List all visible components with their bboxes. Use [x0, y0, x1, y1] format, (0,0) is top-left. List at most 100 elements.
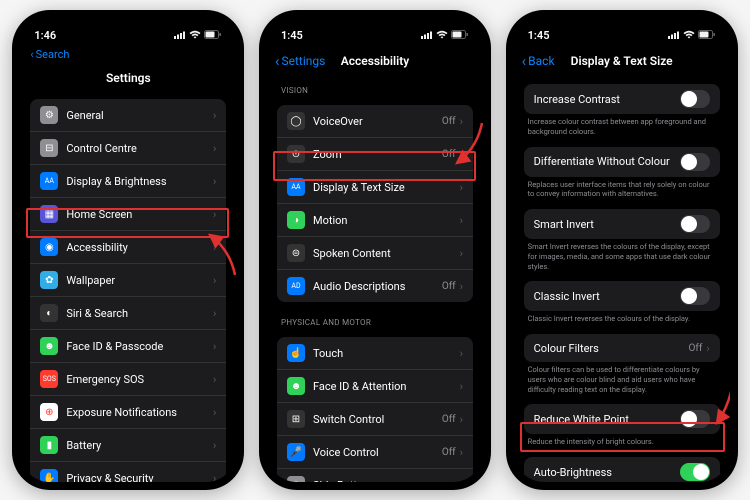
settings-group: Colour FiltersOff›	[524, 334, 720, 362]
chevron-right-icon: ›	[213, 406, 216, 419]
row-label: Audio Descriptions	[313, 280, 442, 293]
wifi-icon	[436, 29, 448, 42]
back-button[interactable]: ‹ Settings	[275, 54, 325, 69]
settings-row[interactable]: ▦Home Screen›	[30, 198, 226, 231]
ctrl-icon: ⊟	[40, 139, 58, 157]
settings-list[interactable]: ⚙︎General›⊟Control Centre›AADisplay & Br…	[20, 93, 236, 482]
toggle-knob	[681, 216, 697, 232]
settings-group: Auto-Brightness	[524, 457, 720, 482]
back-button[interactable]: ‹ Back	[522, 54, 555, 69]
settings-row[interactable]: ⊜Spoken Content›	[277, 237, 473, 270]
settings-row[interactable]: AADisplay & Brightness›	[30, 165, 226, 198]
accessibility-list[interactable]: Vision◯VoiceOverOff›⊙ZoomOff›AADisplay &…	[267, 76, 483, 482]
chevron-right-icon: ›	[213, 307, 216, 320]
toggle-knob	[681, 91, 697, 107]
row-label: Emergency SOS	[66, 373, 213, 386]
status-right	[174, 29, 222, 42]
phone-settings: 1:46 ‹ Search Settings ⚙︎General›⊟Contro…	[12, 10, 244, 490]
settings-row[interactable]: ADAudio DescriptionsOff›	[277, 270, 473, 302]
flower-icon: ✿	[40, 271, 58, 289]
chevron-right-icon: ›	[213, 439, 216, 452]
toggle-switch[interactable]	[680, 410, 710, 428]
section-footnote: Replaces user interface items that rely …	[514, 177, 730, 206]
settings-row[interactable]: ✿Wallpaper›	[30, 264, 226, 297]
settings-row[interactable]: ⊟Control Centre›	[30, 132, 226, 165]
settings-row[interactable]: ⚙︎General›	[30, 99, 226, 132]
settings-row[interactable]: Increase Contrast	[524, 84, 720, 114]
chevron-right-icon: ›	[460, 115, 463, 128]
settings-row[interactable]: ☝Touch›	[277, 337, 473, 370]
toggle-switch[interactable]	[680, 287, 710, 305]
wifi-icon	[189, 29, 201, 42]
row-label: Differentiate Without Colour	[534, 155, 680, 168]
toggle-knob	[681, 411, 697, 427]
row-label: Face ID & Passcode	[66, 340, 213, 353]
row-label: Switch Control	[313, 413, 442, 426]
toggle-switch[interactable]	[680, 153, 710, 171]
AA-icon: AA	[40, 172, 58, 190]
chevron-right-icon: ›	[213, 175, 216, 188]
acc-icon: ◉	[40, 238, 58, 256]
row-label: Reduce White Point	[534, 413, 680, 426]
settings-row[interactable]: ⊞Switch ControlOff›	[277, 403, 473, 436]
chevron-left-icon: ‹	[275, 54, 280, 69]
settings-row[interactable]: 🎤Voice ControlOff›	[277, 436, 473, 469]
row-label: Battery	[66, 439, 213, 452]
settings-row[interactable]: ☻ Face ID & Attention›	[277, 370, 473, 403]
vo-icon: ◯	[287, 112, 305, 130]
toggle-switch[interactable]	[680, 463, 710, 481]
toggle-switch[interactable]	[680, 215, 710, 233]
settings-row[interactable]: AADisplay & Text Size›	[277, 171, 473, 204]
AA-icon: AA	[287, 178, 305, 196]
settings-row[interactable]: ☻Face ID & Passcode›	[30, 330, 226, 363]
row-label: Increase Contrast	[534, 93, 680, 106]
chevron-left-icon: ‹	[522, 54, 527, 69]
settings-row[interactable]: ⊕Exposure Notifications›	[30, 396, 226, 429]
side-icon: ▯	[287, 476, 305, 482]
row-label: Colour Filters	[534, 342, 689, 355]
row-label: Exposure Notifications	[66, 406, 213, 419]
settings-row[interactable]: Classic Invert	[524, 281, 720, 311]
battery-icon	[204, 29, 222, 42]
back-to-search[interactable]: ‹ Search	[20, 46, 236, 63]
settings-row[interactable]: ◐Siri & Search›	[30, 297, 226, 330]
settings-group: ◯VoiceOverOff›⊙ZoomOff›AADisplay & Text …	[277, 105, 473, 302]
settings-group: Reduce White Point	[524, 404, 720, 434]
row-value: Off	[442, 447, 456, 458]
row-label: Face ID & Attention	[313, 380, 460, 393]
settings-row[interactable]: ▮ Battery›	[30, 429, 226, 462]
display-text-list[interactable]: Increase ContrastIncrease colour contras…	[514, 76, 730, 482]
settings-row[interactable]: SOSEmergency SOS›	[30, 363, 226, 396]
settings-row[interactable]: ◯VoiceOverOff›	[277, 105, 473, 138]
chevron-right-icon: ›	[460, 280, 463, 293]
notch	[325, 18, 425, 38]
section-footnote: Smart Invert reverses the colours of the…	[514, 239, 730, 277]
toggle-switch[interactable]	[680, 90, 710, 108]
phone-display-text-size: 1:45 ‹ Back Display & Text Size Increase…	[506, 10, 738, 490]
settings-row[interactable]: ▯Side Button›	[277, 469, 473, 482]
battery-icon	[698, 29, 716, 42]
touch-icon: ☝	[287, 344, 305, 362]
settings-row[interactable]: Smart Invert	[524, 209, 720, 239]
siri-icon: ◐	[40, 304, 58, 322]
settings-row[interactable]: ⊙ZoomOff›	[277, 138, 473, 171]
settings-row[interactable]: Reduce White Point	[524, 404, 720, 434]
row-label: Auto-Brightness	[534, 466, 680, 479]
phone-accessibility: 1:45 ‹ Settings Accessibility Vision◯Voi…	[259, 10, 491, 490]
zoom-icon: ⊙	[287, 145, 305, 163]
settings-row[interactable]: Auto-Brightness	[524, 457, 720, 482]
chevron-right-icon: ›	[460, 247, 463, 260]
chevron-right-icon: ›	[213, 472, 216, 483]
face-icon: ☻	[287, 377, 305, 395]
settings-row[interactable]: Differentiate Without Colour	[524, 147, 720, 177]
settings-row[interactable]: ✋Privacy & Security›	[30, 462, 226, 482]
settings-row[interactable]: ◉Accessibility›	[30, 231, 226, 264]
chevron-left-icon: ‹	[30, 48, 33, 61]
row-value: Off	[442, 281, 456, 292]
settings-row[interactable]: ◑Motion›	[277, 204, 473, 237]
settings-row[interactable]: Colour FiltersOff›	[524, 334, 720, 362]
chevron-right-icon: ›	[213, 340, 216, 353]
batt-icon: ▮	[40, 436, 58, 454]
chevron-right-icon: ›	[460, 380, 463, 393]
status-time: 1:45	[281, 29, 303, 42]
